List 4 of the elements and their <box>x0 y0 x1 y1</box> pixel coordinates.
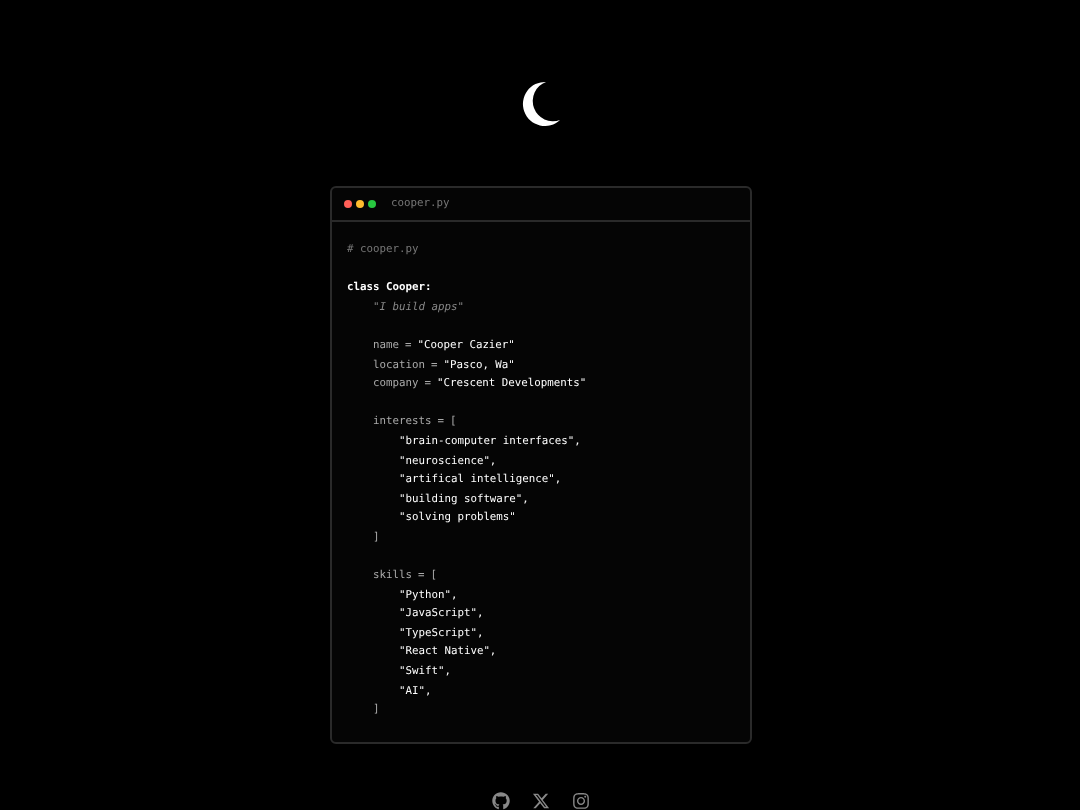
instagram-icon[interactable] <box>571 792 589 810</box>
crescent-moon-icon <box>518 80 562 128</box>
github-icon[interactable] <box>491 792 509 810</box>
x-icon[interactable] <box>531 792 549 810</box>
